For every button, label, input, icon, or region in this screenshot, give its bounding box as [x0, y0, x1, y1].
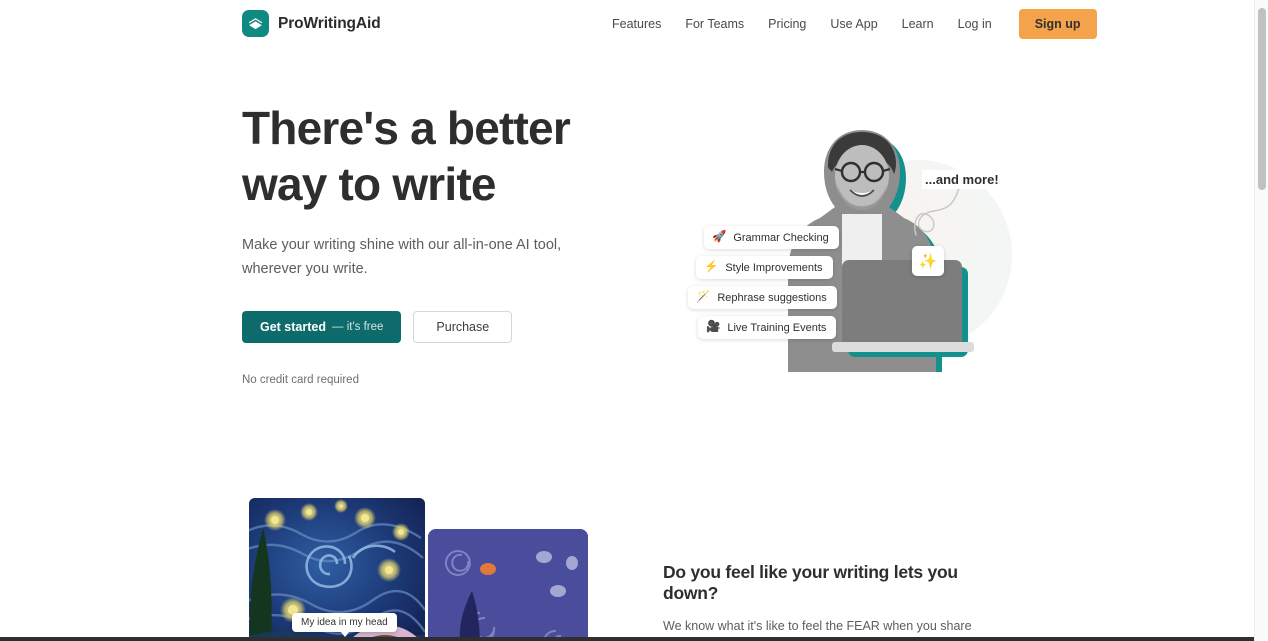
- get-started-suffix: — it's free: [332, 321, 384, 334]
- feature-chip-style-improvements: ⚡ Style Improvements: [696, 256, 833, 279]
- hero-subtitle: Make your writing shine with our all-in-…: [242, 237, 562, 277]
- feature-chip-live-training-events: 🎥 Live Training Events: [698, 316, 837, 339]
- nav-item-pricing[interactable]: Pricing: [756, 0, 818, 48]
- camera-icon: 🎥: [706, 320, 721, 333]
- scrollbar-thumb[interactable]: [1258, 8, 1266, 190]
- flat-illustration: [428, 529, 588, 641]
- section-writing-lets-you-down: Do you feel like your writing lets you d…: [663, 562, 1013, 641]
- brand-name: ProWritingAid: [278, 14, 381, 32]
- site-header: ProWritingAid Features For Teams Pricing…: [0, 0, 1254, 48]
- laptop-base: [832, 342, 974, 352]
- nav-item-learn[interactable]: Learn: [890, 0, 946, 48]
- hero-illustration: ✨ ...and more! 🚀 Grammar Checking ⚡ Styl…: [660, 108, 1025, 383]
- nav-item-log-in[interactable]: Log in: [946, 0, 1004, 48]
- nav-item-use-app[interactable]: Use App: [818, 0, 889, 48]
- page-root: ProWritingAid Features For Teams Pricing…: [0, 0, 1268, 641]
- purchase-button[interactable]: Purchase: [413, 311, 513, 344]
- feature-chip-list: 🚀 Grammar Checking ⚡ Style Improvements …: [688, 226, 839, 346]
- image-caption-tooltip: My idea in my head: [292, 613, 397, 637]
- laptop-graphic: [842, 260, 962, 350]
- nav-item-features[interactable]: Features: [600, 0, 673, 48]
- feature-chip-label: Style Improvements: [725, 261, 823, 274]
- get-started-button[interactable]: Get started — it's free: [242, 311, 402, 344]
- get-started-label: Get started: [260, 320, 326, 335]
- feature-chip-rephrase-suggestions: 🪄 Rephrase suggestions: [688, 286, 837, 309]
- hero-copy: There's a better way to write Make your …: [242, 100, 642, 386]
- feature-chip-label: Grammar Checking: [733, 231, 829, 244]
- vertical-scrollbar[interactable]: [1254, 0, 1268, 641]
- stacked-pages-icon: [242, 10, 269, 37]
- feature-chip-grammar-checking: 🚀 Grammar Checking: [704, 226, 839, 249]
- bolt-icon: ⚡: [704, 260, 719, 273]
- brand-logo-link[interactable]: ProWritingAid: [242, 10, 381, 37]
- rocket-icon: 🚀: [712, 230, 727, 243]
- wand-icon: 🪄: [696, 290, 711, 303]
- and-more-label: ...and more!: [922, 170, 1002, 189]
- pointer-squiggle-icon: [914, 184, 961, 236]
- hero-cta-group: Get started — it's free Purchase: [242, 311, 642, 344]
- page-bottom-edge: [0, 637, 1254, 641]
- nav-item-for-teams[interactable]: For Teams: [673, 0, 756, 48]
- signup-button[interactable]: Sign up: [1018, 9, 1097, 39]
- section-title: Do you feel like your writing lets you d…: [663, 562, 958, 603]
- no-credit-card-note: No credit card required: [242, 374, 359, 387]
- hero-title: There's a better way to write: [242, 102, 571, 211]
- main-nav: Features For Teams Pricing Use App Learn…: [600, 0, 1097, 48]
- feature-chip-label: Rephrase suggestions: [717, 291, 827, 304]
- feature-chip-label: Live Training Events: [727, 321, 827, 334]
